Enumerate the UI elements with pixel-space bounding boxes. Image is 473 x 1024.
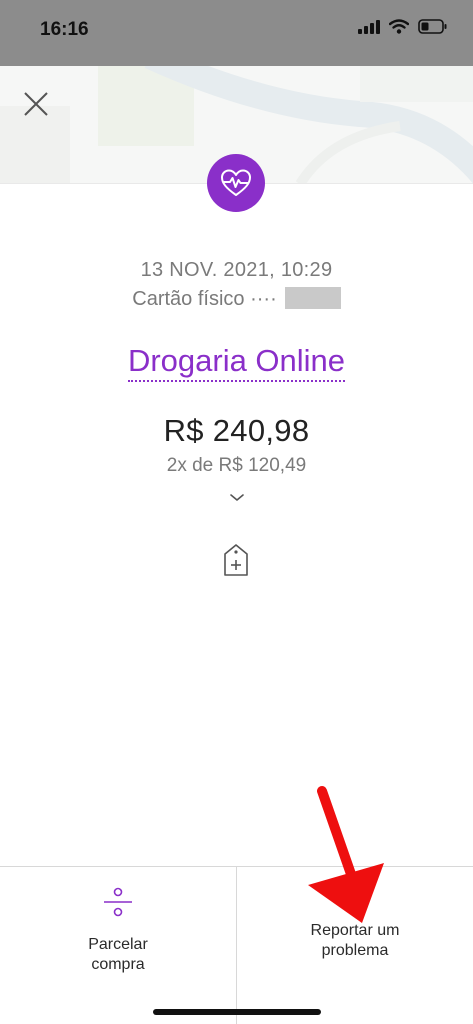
status-time: 16:16 [40, 19, 89, 40]
battery-icon [418, 19, 447, 34]
merchant-link[interactable]: Drogaria Online [127, 343, 346, 382]
status-bar: 16:16 [0, 0, 473, 66]
home-indicator[interactable] [153, 1009, 321, 1015]
divide-icon [104, 887, 132, 917]
signal-icon [358, 19, 380, 34]
installment-purchase-button[interactable]: Parcelar compra [0, 867, 236, 1024]
transaction-amount: R$ 240,98 [163, 413, 310, 448]
wifi-icon [389, 19, 409, 34]
action-bar: Parcelar compra Reportar um problema [0, 866, 473, 1024]
merchant-name: Drogaria Online [0, 343, 473, 382]
redacted-card-number [284, 287, 341, 309]
add-tag-icon[interactable] [222, 543, 250, 577]
card-label: Cartão físico ···· [132, 288, 277, 310]
card-info: Cartão físico ···· [0, 287, 473, 311]
heart-pulse-icon [221, 169, 251, 196]
report-problem-label: Reportar um problema [310, 922, 400, 959]
annotation-arrow-icon [308, 786, 384, 923]
transaction-date: 13 NOV. 2021, 10:29 [140, 259, 333, 281]
category-badge [207, 154, 265, 212]
installments-info: 2x de R$ 120,49 [166, 455, 307, 476]
close-icon[interactable] [20, 88, 52, 120]
chevron-down-icon[interactable] [228, 491, 246, 503]
installment-purchase-label: Parcelar compra [88, 936, 148, 973]
status-icons [358, 19, 447, 34]
